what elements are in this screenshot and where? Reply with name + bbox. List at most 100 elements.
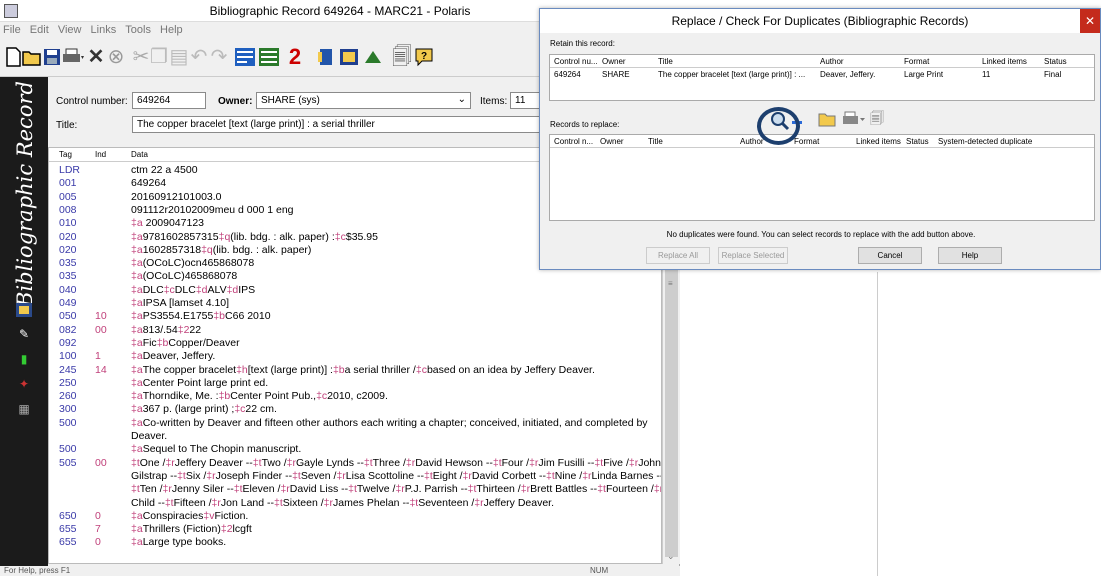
- paste-icon[interactable]: ▤: [170, 45, 189, 69]
- menu-view[interactable]: View: [55, 22, 85, 38]
- redo-icon[interactable]: ↷: [210, 45, 228, 69]
- marc-tag: 035: [59, 257, 77, 270]
- view-icon[interactable]: [16, 303, 32, 317]
- status-text: For Help, press F1: [4, 566, 71, 575]
- record-view-icon[interactable]: [234, 45, 256, 69]
- col-ind[interactable]: Ind: [95, 150, 106, 159]
- replace-selected-button[interactable]: Replace Selected: [718, 247, 788, 264]
- search-icon[interactable]: [362, 45, 384, 69]
- marc-data: Child --‡tFifteen /‡rJon Land --‡tSixtee…: [131, 496, 555, 509]
- marc-data: ‡aThe copper bracelet‡h[text (large prin…: [131, 363, 595, 376]
- cell-author: Deaver, Jeffery.: [820, 70, 876, 79]
- owner-select[interactable]: SHARE (sys) ⌄: [256, 92, 471, 109]
- copy-icon[interactable]: ❐: [150, 45, 168, 69]
- pane-divider: [877, 272, 878, 576]
- marc-tag: 035: [59, 270, 77, 283]
- filter-icon[interactable]: ✦: [16, 377, 32, 391]
- replace-all-button[interactable]: Replace All: [646, 247, 710, 264]
- col-system-duplicate[interactable]: System-detected duplicate: [938, 137, 1032, 146]
- marc-data: ‡a(OCoLC)465868078: [131, 270, 238, 283]
- marc-data: ‡a813/.54‡222: [131, 323, 202, 336]
- marc-field-row[interactable]: 655 0 ‡aLarge type books.: [49, 536, 661, 552]
- col-linked-items[interactable]: Linked items: [856, 137, 901, 146]
- marc-data: ‡a 2009047123: [131, 217, 205, 230]
- marc-tag: 020: [59, 243, 77, 256]
- col-owner[interactable]: Owner: [602, 57, 626, 66]
- number-two-icon[interactable]: 2: [282, 45, 308, 69]
- col-author[interactable]: Author: [820, 57, 844, 66]
- retain-label: Retain this record:: [550, 39, 615, 48]
- chart-icon[interactable]: ▮: [16, 352, 32, 366]
- marc-indicator: 10: [95, 310, 107, 323]
- menu-file[interactable]: File: [0, 22, 24, 38]
- links-icon[interactable]: ✎: [16, 327, 32, 341]
- col-status[interactable]: Status: [906, 137, 929, 146]
- save-icon[interactable]: [42, 45, 62, 69]
- marc-tag: 505: [59, 456, 77, 469]
- menu-edit[interactable]: Edit: [27, 22, 52, 38]
- marc-tag: LDR: [59, 164, 81, 176]
- properties-icon[interactable]: 🗐: [392, 45, 412, 69]
- link-icon[interactable]: [316, 45, 336, 69]
- col-status[interactable]: Status: [1044, 57, 1067, 66]
- col-format[interactable]: Format: [794, 137, 819, 146]
- chevron-down-icon: ⌄: [457, 94, 466, 105]
- marc-tag: 020: [59, 230, 77, 243]
- barcode-icon[interactable]: ▦: [16, 402, 32, 416]
- menu-help[interactable]: Help: [157, 22, 186, 38]
- undo-icon[interactable]: ↶: [190, 45, 208, 69]
- marc-tag: 005: [59, 190, 77, 203]
- marc-indicator: 14: [95, 363, 107, 376]
- replace-grid[interactable]: Control n... Owner Title Author Format L…: [549, 134, 1095, 221]
- col-control-number[interactable]: Control n...: [554, 137, 593, 146]
- owner-label: Owner:: [218, 96, 253, 107]
- chevron-down-icon[interactable]: ⌄: [667, 551, 675, 562]
- marc-tag: 650: [59, 509, 77, 522]
- col-data[interactable]: Data: [131, 150, 148, 159]
- title-field[interactable]: The copper bracelet [text (large print)]…: [132, 116, 572, 133]
- open-folder-icon[interactable]: [818, 111, 836, 129]
- marc-data: ‡aThorndike, Me. :‡bCenter Point Pub.,‡c…: [131, 390, 388, 403]
- no-duplicates-message: No duplicates were found. You can select…: [666, 230, 976, 239]
- properties-icon[interactable]: 🗐: [870, 111, 884, 125]
- col-tag[interactable]: Tag: [59, 150, 72, 159]
- menu-tools[interactable]: Tools: [122, 22, 154, 38]
- marc-tag: 040: [59, 283, 77, 296]
- owner-value: SHARE (sys): [261, 95, 320, 106]
- marc-data: ‡aDLC‡cDLC‡dALV‡dIPS: [131, 283, 256, 296]
- print-icon[interactable]: [62, 45, 84, 69]
- replace-label: Records to replace:: [550, 120, 620, 129]
- control-number-label: Control number:: [56, 96, 128, 107]
- close-icon[interactable]: ✕: [1080, 9, 1100, 33]
- grip-icon: ≡: [668, 279, 673, 288]
- marc-tag: 050: [59, 310, 77, 323]
- delete-icon[interactable]: ✕: [86, 45, 106, 69]
- col-format[interactable]: Format: [904, 57, 929, 66]
- help-icon[interactable]: ?: [414, 45, 434, 69]
- col-author[interactable]: Author: [740, 137, 764, 146]
- cut-icon[interactable]: ✂: [132, 45, 150, 69]
- marc-tag: 300: [59, 403, 77, 416]
- col-owner[interactable]: Owner: [600, 137, 624, 146]
- stop-icon[interactable]: ⊗: [106, 45, 126, 69]
- menu-links[interactable]: Links: [88, 22, 120, 38]
- item-records-icon[interactable]: [338, 45, 360, 69]
- print-icon[interactable]: [842, 111, 866, 129]
- col-linked-items[interactable]: Linked items: [982, 57, 1027, 66]
- table-row[interactable]: 649264 SHARE The copper bracelet [text (…: [550, 68, 1094, 81]
- marc-view-icon[interactable]: [258, 45, 280, 69]
- help-button[interactable]: Help: [938, 247, 1002, 264]
- svg-text:?: ?: [421, 51, 427, 62]
- col-title[interactable]: Title: [658, 57, 673, 66]
- cancel-button[interactable]: Cancel: [858, 247, 922, 264]
- control-number-field[interactable]: 649264: [132, 92, 206, 109]
- marc-indicator: 00: [95, 323, 107, 336]
- marc-indicator: 0: [95, 509, 101, 522]
- title-label: Title:: [56, 120, 78, 131]
- col-control-number[interactable]: Control nu...: [554, 57, 598, 66]
- marc-tag: 100: [59, 350, 77, 363]
- marc-indicator: 1: [95, 350, 101, 363]
- cell-linked-items: 11: [982, 70, 991, 79]
- marc-tag: 092: [59, 336, 77, 349]
- col-title[interactable]: Title: [648, 137, 663, 146]
